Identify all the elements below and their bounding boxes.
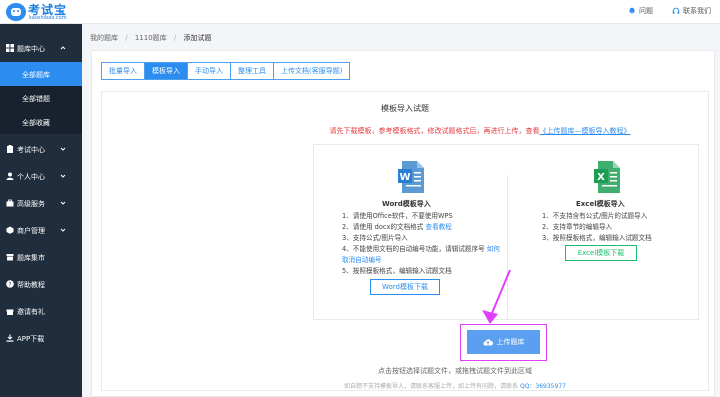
word-file-icon: W (398, 161, 424, 193)
sidebar-subitem-all-banks[interactable]: 全部题库 (0, 62, 82, 86)
question-icon: ? (6, 280, 14, 288)
svg-text:W: W (399, 172, 410, 183)
notice-text: 请先下载模板，参考模板格式，修改试题格式后，再进行上传，查看《上传题库—模板导入… (102, 126, 708, 136)
excel-rule: 2、支持章节的编辑导入 (542, 223, 613, 231)
bell-icon (629, 7, 635, 14)
excel-rule: 3、按照模板格式，编辑输入试题文档 (542, 234, 652, 242)
sidebar-item-label: 题库中心 (17, 45, 45, 53)
gift-icon (6, 309, 14, 315)
excel-file-icon: X (594, 161, 620, 193)
sidebar-subitem-label: 全部题库 (22, 71, 50, 79)
logo-mark-icon (6, 3, 26, 21)
sidebar: 题库中心 全部题库 全部错题 全部收藏 考试中心 个人中心 高级服务 商户管理 … (0, 24, 82, 397)
headset-icon (672, 7, 680, 14)
breadcrumb: 我的题库 / 1110题库 / 添加试题 (90, 33, 216, 43)
foot-note: 如自题不支持模板导入，请联系客服上传，如上传有问题，请联系 QQ：3693597… (0, 381, 720, 390)
breadcrumb-bank[interactable]: 1110题库 (135, 34, 167, 42)
breadcrumb-current: 添加试题 (183, 34, 212, 42)
logo-subtitle: kaoshibao.com (29, 15, 67, 21)
chevron-down-icon (60, 147, 66, 151)
upload-hint: 点击按钮选择试题文件，或拖拽试题文件到此区域 (378, 367, 532, 375)
panel-title: 模板导入试题 (381, 104, 429, 113)
sidebar-item-label: 商户管理 (17, 227, 45, 235)
sidebar-item-help-tutorial[interactable]: ? 帮助教程 (0, 271, 82, 297)
sidebar-item-bank-market[interactable]: 题库集市 (0, 244, 82, 270)
import-tabs: 批量导入 模板导入 手动导入 整理工具 上传文档(客服导题) (101, 62, 351, 80)
notice-message: 请先下载模板，参考模板格式，修改试题格式后，再进行上传，查看 (329, 127, 540, 135)
chevron-up-icon (60, 46, 66, 50)
sidebar-item-label: 题库集市 (17, 254, 45, 262)
top-bar: 考试宝 kaoshibao.com 问题 联系我们 (0, 0, 720, 24)
tab-upload-document[interactable]: 上传文档(客服导题) (274, 62, 351, 80)
sidebar-item-merchant-management[interactable]: 商户管理 (0, 217, 82, 243)
sidebar-item-label: 考试中心 (17, 146, 45, 154)
tab-batch-import[interactable]: 批量导入 (101, 62, 145, 80)
sidebar-subitem-label: 全部错题 (22, 95, 50, 103)
tab-template-import[interactable]: 模板导入 (145, 62, 188, 80)
sidebar-item-label: APP下载 (17, 335, 45, 343)
cloud-upload-icon (483, 339, 493, 346)
logo[interactable]: 考试宝 kaoshibao.com (6, 2, 106, 22)
help-link[interactable]: 问题 (628, 6, 653, 16)
word-rule: 3、支持公式/图片导入 (342, 234, 408, 242)
svg-text:X: X (597, 172, 605, 183)
breadcrumb-my-banks[interactable]: 我的题库 (90, 34, 118, 42)
sidebar-item-label: 帮助教程 (17, 281, 45, 289)
tab-manual-import[interactable]: 手动导入 (188, 62, 231, 80)
word-import-title: Word模板导入 (382, 200, 431, 208)
sidebar-item-advanced-services[interactable]: 高级服务 (0, 190, 82, 216)
sidebar-item-app-download[interactable]: APP下载 (0, 325, 82, 351)
excel-import-title: Excel模板导入 (576, 200, 625, 208)
box-icon (6, 226, 14, 234)
upload-highlight-frame: 上传题库 (460, 324, 547, 361)
sidebar-subitem-all-favorites[interactable]: 全部收藏 (0, 110, 82, 134)
sidebar-item-label: 个人中心 (17, 173, 45, 181)
sidebar-item-label: 邀请有礼 (17, 308, 45, 316)
svg-text:?: ? (8, 281, 11, 288)
foot-note-text: 如自题不支持模板导入，请联系客服上传，如上传有问题，请联系 (344, 383, 519, 390)
qq-contact[interactable]: QQ：36935977 (520, 383, 566, 390)
sidebar-item-personal-center[interactable]: 个人中心 (0, 163, 82, 189)
upload-bank-button[interactable]: 上传题库 (467, 330, 540, 354)
sidebar-item-label: 高级服务 (17, 200, 45, 208)
contact-link[interactable]: 联系我们 (672, 6, 711, 16)
clipboard-icon (7, 145, 13, 153)
annotation-arrow-icon (482, 269, 511, 324)
download-icon (6, 334, 14, 342)
word-template-download-button[interactable]: Word模板下载 (370, 279, 440, 295)
excel-template-download-button[interactable]: Excel模板下载 (565, 245, 637, 261)
user-icon (6, 172, 14, 180)
store-icon (6, 254, 14, 261)
word-rule: 2、请使用 docx的文档格式 查看教程 (342, 223, 452, 231)
sidebar-subitem-label: 全部收藏 (22, 119, 50, 127)
word-rule: 4、不能使用文档的自动编号功能，请辑试题序号 如何取消自动编号 (342, 245, 500, 264)
briefcase-icon (6, 199, 14, 207)
excel-rules: 1、不支持含有公式/图片的试题导入 2、支持章节的编辑导入 3、按照模板格式，编… (542, 211, 692, 244)
sidebar-subitem-all-errors[interactable]: 全部错题 (0, 86, 82, 110)
word-rule: 1、请使用Office软件，不要使用WPS (342, 212, 453, 220)
chevron-down-icon (60, 174, 66, 178)
chevron-down-icon (60, 228, 66, 232)
breadcrumb-separator: / (125, 34, 128, 42)
excel-rule: 1、不支持含有公式/图片的试题导入 (542, 212, 648, 220)
sidebar-item-bank-center[interactable]: 题库中心 (0, 35, 82, 61)
contact-label: 联系我们 (683, 7, 711, 15)
upload-bank-label: 上传题库 (496, 338, 525, 346)
grid-icon (6, 44, 14, 52)
main-card: 批量导入 模板导入 手动导入 整理工具 上传文档(客服导题) 模板导入试题 请先… (91, 50, 715, 397)
view-tutorial-link[interactable]: 查看教程 (425, 223, 451, 231)
chevron-down-icon (60, 201, 66, 205)
tutorial-link[interactable]: 《上传题库—模板导入教程》 (540, 127, 631, 135)
sidebar-item-exam-center[interactable]: 考试中心 (0, 136, 82, 162)
template-import-panel: 模板导入试题 请先下载模板，参考模板格式，修改试题格式后，再进行上传，查看《上传… (101, 91, 709, 391)
sidebar-item-invite-gift[interactable]: 邀请有礼 (0, 298, 82, 324)
breadcrumb-separator: / (173, 34, 177, 42)
help-label: 问题 (639, 7, 653, 15)
tab-organize-tools[interactable]: 整理工具 (231, 62, 274, 80)
